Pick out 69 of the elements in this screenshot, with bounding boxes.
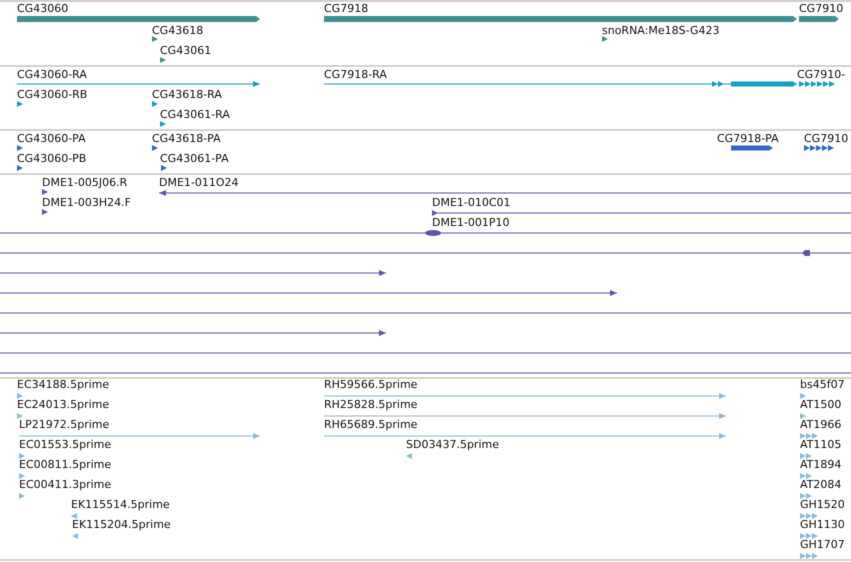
feature-label: bs45f07	[800, 378, 845, 391]
feature-label: CG43060-RB	[17, 88, 88, 101]
feature-arrow-icon[interactable]	[152, 101, 158, 107]
feature-line[interactable]	[0, 270, 386, 276]
feature-arrow-icon[interactable]	[602, 36, 608, 42]
feature-label: EC01553.5prime	[19, 438, 112, 451]
feature-label: DME1-010C01	[432, 196, 511, 209]
feature-label: CG7910-	[797, 68, 846, 81]
feature-label: EC34188.5prime	[17, 378, 110, 391]
feature-label: DME1-011O24	[159, 176, 239, 189]
feature-label: GH1520	[800, 498, 845, 511]
feature-label: GH1130	[800, 518, 845, 531]
feature-label: AT2084	[800, 478, 842, 491]
feature-line[interactable]	[324, 81, 798, 87]
feature-label: AT1105	[800, 438, 842, 451]
feature-label: CG43618-RA	[152, 88, 222, 101]
feature-label: AT1500	[800, 398, 842, 411]
feature-line[interactable]	[432, 210, 851, 216]
feature-label: EK115514.5prime	[71, 498, 170, 511]
feature-arrow-icon[interactable]	[17, 145, 23, 151]
feature-label: CG43061-RA	[160, 108, 230, 121]
feature-arrow-icon[interactable]	[42, 209, 48, 215]
feature-arrow-icon[interactable]	[160, 121, 166, 127]
feature-label: AT1894	[800, 458, 842, 471]
feature-line[interactable]	[0, 250, 851, 256]
feature-line[interactable]	[0, 230, 851, 236]
feature-label: CG43060-PB	[17, 152, 86, 165]
feature-label: DME1-005J06.R	[42, 176, 128, 189]
feature-arrow-icon[interactable]	[152, 36, 158, 42]
feature-label: SD03437.5prime	[406, 438, 499, 451]
feature-label: CG43061	[160, 44, 212, 57]
feature-label: EK115204.5prime	[72, 518, 171, 531]
feature-label: LP21972.5prime	[19, 418, 110, 431]
feature-label: CG43618	[152, 24, 204, 37]
feature-label: CG43060	[17, 2, 68, 15]
feature-label: CG7918-PA	[717, 132, 779, 145]
feature-label: DME1-003H24.F	[42, 196, 131, 209]
feature-arrow-icon[interactable]	[161, 165, 167, 171]
feature-arrow-icon[interactable]	[42, 189, 48, 195]
feature-label: CG43061-PA	[160, 152, 229, 165]
feature-arrow-icon[interactable]	[17, 165, 23, 171]
feature-label: RH25828.5prime	[324, 398, 418, 411]
feature-label: CG7918	[324, 2, 368, 15]
feature-label: CG7918-RA	[324, 68, 387, 81]
feature-arrow-icon[interactable]	[804, 145, 834, 151]
feature-label: CG7910	[804, 132, 848, 145]
feature-label: EC24013.5prime	[17, 398, 110, 411]
feature-arrow-icon[interactable]	[152, 145, 158, 151]
feature-label: CG43060-RA	[17, 68, 87, 81]
feature-label: GH1707	[800, 538, 845, 551]
feature-arrow-icon[interactable]	[160, 57, 166, 63]
feature-label: AT1966	[800, 418, 842, 431]
feature-line[interactable]	[0, 290, 618, 296]
feature-label: RH65689.5prime	[324, 418, 418, 431]
feature-label: CG43618-PA	[152, 132, 221, 145]
feature-line[interactable]	[158, 190, 851, 196]
feature-label: CG7910	[799, 2, 844, 15]
feature-arrow-icon[interactable]	[17, 101, 23, 107]
feature-label: EC00811.5prime	[19, 458, 112, 471]
feature-label: DME1-001P10	[432, 216, 510, 229]
feature-label: CG43060-PA	[17, 132, 86, 145]
feature-label: EC00411.3prime	[19, 478, 112, 491]
feature-label: snoRNA:Me18S-G423	[602, 24, 720, 37]
feature-line[interactable]	[16, 81, 260, 87]
feature-label: RH59566.5prime	[324, 378, 418, 391]
feature-bar[interactable]	[799, 16, 839, 22]
feature-bar[interactable]	[731, 146, 773, 150]
feature-line[interactable]	[0, 330, 386, 336]
feature-arrow-icon[interactable]	[799, 81, 835, 87]
